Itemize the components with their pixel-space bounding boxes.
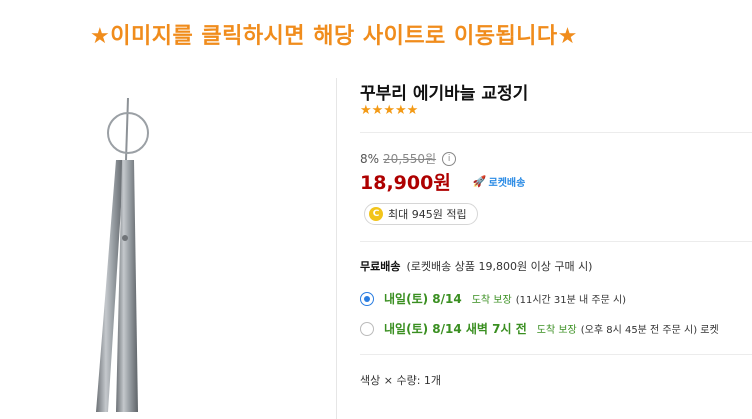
delivery-type: 도착 보장: [536, 325, 577, 336]
shipping-info: 무료배송 (로켓배송 상품 19,800원 이상 구매 시): [360, 258, 592, 274]
reward-points-text: 최대 945원 적립: [388, 208, 467, 221]
delivery-date: 내일(토) 8/14: [384, 292, 462, 306]
discount-rate: 8%: [360, 151, 380, 166]
radio-unselected[interactable]: [360, 321, 374, 336]
radio-selected[interactable]: [360, 291, 374, 306]
star-icon: ★: [383, 103, 395, 118]
rocket-icon: 🚀: [472, 175, 487, 188]
star-icon: ★: [394, 103, 407, 118]
delivery-option[interactable]: 내일(토) 8/14 새벽 7시 전 도착 보장 (오후 8시 45분 전 주문…: [360, 320, 719, 337]
delivery-note: (오후 8시 45분 전 주문 시) 로켓: [580, 325, 719, 336]
delivery-option[interactable]: 내일(토) 8/14 도착 보장 (11시간 31분 내 주문 시): [360, 290, 626, 307]
sale-price: 18,900원: [360, 172, 451, 194]
section-divider: [360, 354, 752, 355]
rocket-delivery-badge: 🚀 로켓배송: [473, 174, 526, 189]
rocket-delivery-label: 로켓배송: [488, 178, 526, 189]
original-price: 20,550원: [383, 152, 437, 166]
star-icon: ★: [371, 103, 384, 118]
product-image[interactable]: [70, 90, 210, 419]
star-icon: ★: [406, 103, 419, 118]
column-divider: [336, 78, 337, 419]
free-shipping-label: 무료배송: [360, 260, 401, 273]
product-title: 꾸부리 에기바늘 교정기: [360, 84, 529, 104]
discount-row: 8% 20,550원 i: [360, 150, 457, 167]
delivery-note: (11시간 31분 내 주문 시): [515, 295, 627, 306]
rating-stars[interactable]: ★ ★ ★ ★ ★: [360, 104, 418, 118]
delivery-date: 내일(토) 8/14 새벽 7시 전: [384, 322, 527, 336]
promo-banner[interactable]: ★이미지를 클릭하시면 해당 사이트로 이동됩니다★: [90, 18, 690, 50]
shipping-condition: (로켓배송 상품 19,800원 이상 구매 시): [406, 260, 593, 273]
section-divider: [360, 241, 752, 242]
star-icon: ★: [360, 103, 372, 118]
reward-points-badge: C 최대 945원 적립: [364, 203, 478, 225]
delivery-type: 도착 보장: [471, 295, 512, 306]
section-divider: [360, 132, 752, 133]
price-row: 18,900원 🚀 로켓배송: [360, 168, 525, 195]
info-icon[interactable]: i: [442, 151, 457, 166]
coin-icon: C: [369, 207, 383, 221]
selected-option-summary: 색상 × 수량: 1개: [360, 374, 442, 387]
